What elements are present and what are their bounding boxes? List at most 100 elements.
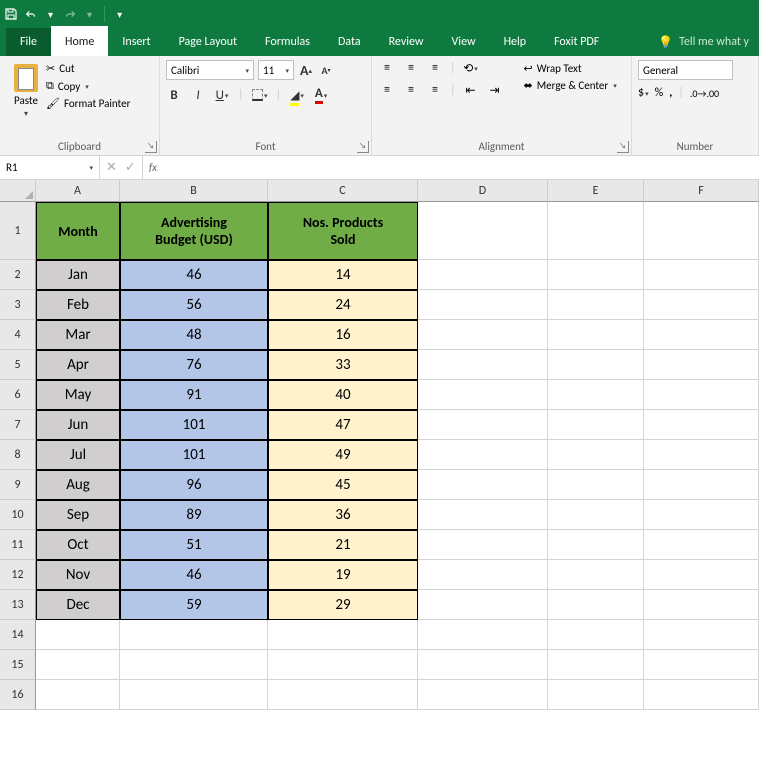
cell-F11[interactable] [644, 530, 759, 560]
cell-D13[interactable] [418, 590, 548, 620]
cell-A10[interactable]: Sep [36, 500, 120, 530]
cell-C10[interactable]: 36 [268, 500, 418, 530]
cell-F6[interactable] [644, 380, 759, 410]
row-header-13[interactable]: 13 [0, 590, 36, 620]
row-header-3[interactable]: 3 [0, 290, 36, 320]
cell-B3[interactable]: 56 [120, 290, 268, 320]
row-header-16[interactable]: 16 [0, 680, 36, 710]
copy-dropdown-icon[interactable]: ▾ [85, 82, 89, 91]
cell-D11[interactable] [418, 530, 548, 560]
formula-input[interactable] [163, 156, 759, 179]
cancel-formula-icon[interactable]: ✕ [106, 160, 117, 175]
row-header-10[interactable]: 10 [0, 500, 36, 530]
save-icon[interactable] [4, 7, 18, 21]
spreadsheet-grid[interactable]: ABCDEF 12345678910111213141516 MonthAdve… [0, 180, 759, 759]
cell-E15[interactable] [548, 650, 644, 680]
tab-review[interactable]: Review [375, 28, 438, 56]
paste-dropdown-icon[interactable]: ▾ [24, 109, 28, 119]
comma-format-button[interactable]: , [669, 86, 672, 100]
cell-D3[interactable] [418, 290, 548, 320]
number-format-select[interactable]: General [638, 60, 733, 80]
cell-D12[interactable] [418, 560, 548, 590]
cell-C6[interactable]: 40 [268, 380, 418, 410]
increase-decimal-button[interactable]: .0→.00 [690, 87, 719, 100]
cell-B2[interactable]: 46 [120, 260, 268, 290]
cell-C5[interactable]: 33 [268, 350, 418, 380]
cell-A13[interactable]: Dec [36, 590, 120, 620]
cell-F3[interactable] [644, 290, 759, 320]
cell-F13[interactable] [644, 590, 759, 620]
cell-D2[interactable] [418, 260, 548, 290]
cell-E16[interactable] [548, 680, 644, 710]
cell-F15[interactable] [644, 650, 759, 680]
column-header-f[interactable]: F [644, 180, 759, 202]
decrease-indent-button[interactable]: ⇤ [462, 82, 480, 98]
cell-E10[interactable] [548, 500, 644, 530]
row-header-1[interactable]: 1 [0, 202, 36, 260]
cell-E7[interactable] [548, 410, 644, 440]
cell-F10[interactable] [644, 500, 759, 530]
font-dialog-launcher[interactable]: ↘ [357, 141, 369, 153]
cell-F16[interactable] [644, 680, 759, 710]
cell-D16[interactable] [418, 680, 548, 710]
cell-B1[interactable]: Advertising Budget (USD) [120, 202, 268, 260]
cell-A6[interactable]: May [36, 380, 120, 410]
cell-F12[interactable] [644, 560, 759, 590]
cell-E11[interactable] [548, 530, 644, 560]
cell-F2[interactable] [644, 260, 759, 290]
cell-B10[interactable]: 89 [120, 500, 268, 530]
cell-A11[interactable]: Oct [36, 530, 120, 560]
cell-A5[interactable]: Apr [36, 350, 120, 380]
cell-E14[interactable] [548, 620, 644, 650]
cell-B11[interactable]: 51 [120, 530, 268, 560]
cell-A4[interactable]: Mar [36, 320, 120, 350]
cell-D9[interactable] [418, 470, 548, 500]
cell-E9[interactable] [548, 470, 644, 500]
font-color-button[interactable]: A▾ [313, 86, 329, 104]
align-middle-button[interactable]: ≡ [402, 60, 420, 76]
cell-E3[interactable] [548, 290, 644, 320]
cell-A8[interactable]: Jul [36, 440, 120, 470]
cell-D4[interactable] [418, 320, 548, 350]
tab-insert[interactable]: Insert [108, 28, 164, 56]
clipboard-dialog-launcher[interactable]: ↘ [145, 141, 157, 153]
row-header-14[interactable]: 14 [0, 620, 36, 650]
cell-B13[interactable]: 59 [120, 590, 268, 620]
align-center-button[interactable]: ≡ [402, 82, 420, 98]
cell-B8[interactable]: 101 [120, 440, 268, 470]
cell-F14[interactable] [644, 620, 759, 650]
cell-B6[interactable]: 91 [120, 380, 268, 410]
redo-dropdown-icon[interactable]: ▾ [83, 8, 96, 21]
cell-E2[interactable] [548, 260, 644, 290]
fill-color-button[interactable]: ◢▾ [289, 86, 305, 104]
cell-A15[interactable] [36, 650, 120, 680]
cell-C2[interactable]: 14 [268, 260, 418, 290]
select-all-corner[interactable] [0, 180, 36, 202]
tab-help[interactable]: Help [490, 28, 541, 56]
decrease-font-button[interactable]: A▾ [318, 61, 334, 79]
cell-E5[interactable] [548, 350, 644, 380]
copy-button[interactable]: ⧉Copy▾ [46, 79, 130, 93]
cut-button[interactable]: ✂Cut [46, 62, 130, 75]
cell-E4[interactable] [548, 320, 644, 350]
column-header-c[interactable]: C [268, 180, 418, 202]
tab-data[interactable]: Data [324, 28, 375, 56]
cell-E1[interactable] [548, 202, 644, 260]
cell-F5[interactable] [644, 350, 759, 380]
row-header-4[interactable]: 4 [0, 320, 36, 350]
border-button[interactable]: ▾ [252, 86, 268, 104]
align-top-button[interactable]: ≡ [378, 60, 396, 76]
cell-D15[interactable] [418, 650, 548, 680]
tab-formulas[interactable]: Formulas [251, 28, 324, 56]
wrap-text-button[interactable]: ↩Wrap Text [520, 60, 621, 77]
cell-A16[interactable] [36, 680, 120, 710]
cell-A3[interactable]: Feb [36, 290, 120, 320]
tab-foxit-pdf[interactable]: Foxit PDF [540, 28, 613, 56]
cell-C14[interactable] [268, 620, 418, 650]
align-bottom-button[interactable]: ≡ [426, 60, 444, 76]
row-header-6[interactable]: 6 [0, 380, 36, 410]
cell-B7[interactable]: 101 [120, 410, 268, 440]
column-header-d[interactable]: D [418, 180, 548, 202]
qat-customize-icon[interactable]: ▾ [113, 8, 126, 21]
cell-F4[interactable] [644, 320, 759, 350]
